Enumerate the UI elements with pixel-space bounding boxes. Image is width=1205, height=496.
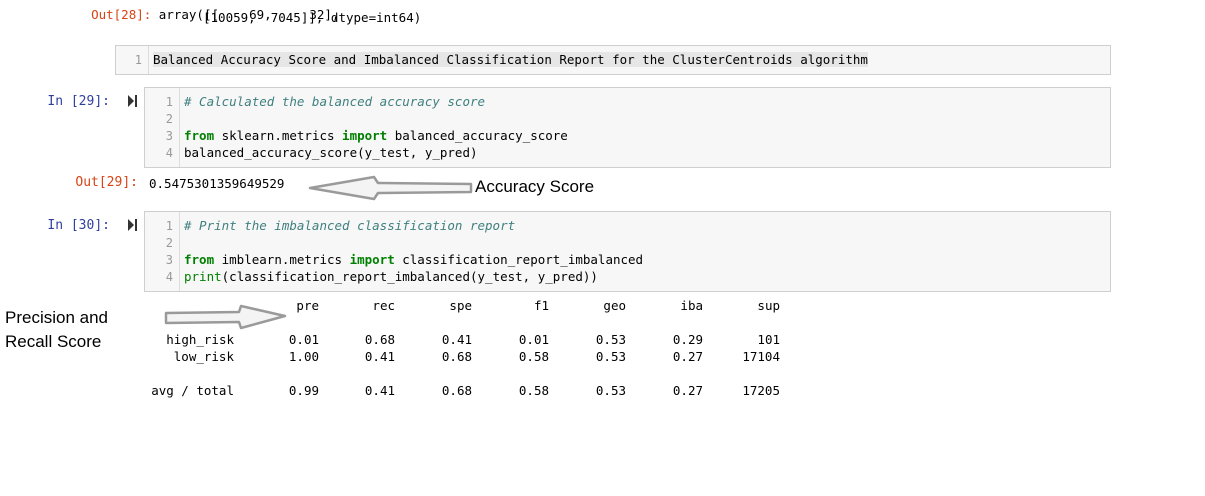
previous-output-prompt: Out[28]: bbox=[91, 7, 152, 22]
line-number: 1 bbox=[165, 95, 173, 109]
report-row-label: avg / total bbox=[151, 383, 234, 398]
line-number: 2 bbox=[165, 236, 173, 250]
report-header-sup: sup bbox=[757, 298, 780, 313]
print-args: (classification_report_imbalanced(y_test… bbox=[221, 269, 598, 284]
keyword-from: from bbox=[184, 128, 215, 143]
code-import-line[interactable]: from sklearn.metrics import balanced_acc… bbox=[184, 128, 568, 143]
line-number: 3 bbox=[165, 253, 173, 267]
report-header-rec: rec bbox=[372, 298, 395, 313]
line-number: 1 bbox=[134, 53, 142, 67]
table-cell: 17205 bbox=[742, 383, 780, 398]
table-cell: 0.27 bbox=[672, 349, 703, 364]
table-cell: 0.41 bbox=[364, 383, 395, 398]
run-cell-icon[interactable] bbox=[128, 219, 138, 231]
markdown-cell-gutter: 1 bbox=[116, 46, 149, 74]
imported-name: classification_report_imbalanced bbox=[394, 252, 644, 267]
left-arrow-annotation bbox=[308, 175, 473, 201]
code-print-line[interactable]: print(classification_report_imbalanced(y… bbox=[184, 269, 598, 284]
table-cell: 0.29 bbox=[672, 332, 703, 347]
table-cell: 101 bbox=[757, 332, 780, 347]
table-cell: 0.68 bbox=[441, 349, 472, 364]
table-cell: 0.41 bbox=[441, 332, 472, 347]
line-number: 1 bbox=[165, 219, 173, 233]
markdown-cell[interactable]: 1 Balanced Accuracy Score and Imbalanced… bbox=[115, 45, 1111, 75]
cell-29-prompt: In [29]: bbox=[47, 94, 110, 109]
cell-29-output-prompt: Out[29]: bbox=[75, 175, 138, 190]
table-cell: 0.01 bbox=[288, 332, 319, 347]
code-cell-29-gutter: 1 2 3 4 bbox=[145, 88, 180, 167]
table-cell: 0.53 bbox=[595, 332, 626, 347]
previous-output-line-2: [10059, 7045]], dtype=int64) bbox=[203, 10, 422, 25]
report-row-label: low_risk bbox=[173, 349, 234, 364]
code-comment[interactable]: # Print the imbalanced classification re… bbox=[184, 218, 515, 233]
report-header-iba: iba bbox=[680, 298, 703, 313]
table-cell: 1.00 bbox=[288, 349, 319, 364]
line-number: 4 bbox=[165, 270, 173, 284]
table-cell: 0.27 bbox=[672, 383, 703, 398]
table-cell: 0.68 bbox=[364, 332, 395, 347]
accuracy-score-annotation: Accuracy Score bbox=[475, 177, 595, 196]
table-cell: 0.01 bbox=[518, 332, 549, 347]
report-row-label: high_risk bbox=[166, 332, 234, 347]
run-cell-icon[interactable] bbox=[128, 95, 138, 107]
report-header-pre: pre bbox=[296, 298, 319, 313]
table-cell: 0.68 bbox=[441, 383, 472, 398]
annotation-line-2: Recall Score bbox=[5, 332, 102, 351]
markdown-cell-text[interactable]: Balanced Accuracy Score and Imbalanced C… bbox=[153, 52, 868, 67]
keyword-import: import bbox=[349, 252, 395, 267]
precision-recall-annotation: Precision and Recall Score bbox=[5, 306, 108, 354]
code-call-line[interactable]: balanced_accuracy_score(y_test, y_pred) bbox=[184, 145, 478, 160]
builtin-print: print bbox=[184, 269, 222, 284]
table-cell: 0.41 bbox=[364, 349, 395, 364]
accuracy-score-output: 0.5475301359649529 bbox=[149, 176, 285, 191]
imported-name: balanced_accuracy_score bbox=[387, 128, 568, 143]
table-cell: 0.58 bbox=[518, 349, 549, 364]
report-header-geo: geo bbox=[603, 298, 626, 313]
report-header-f1: f1 bbox=[533, 298, 549, 313]
code-cell-29[interactable]: 1 2 3 4 # Calculated the balanced accura… bbox=[144, 87, 1111, 168]
code-cell-30[interactable]: 1 2 3 4 # Print the imbalanced classific… bbox=[144, 211, 1111, 292]
code-comment[interactable]: # Calculated the balanced accuracy score bbox=[184, 94, 485, 109]
line-number: 4 bbox=[165, 146, 173, 160]
module-name: imblearn.metrics bbox=[214, 252, 350, 267]
code-import-line[interactable]: from imblearn.metrics import classificat… bbox=[184, 252, 643, 267]
cell-30-prompt: In [30]: bbox=[47, 218, 110, 233]
table-cell: 0.53 bbox=[595, 383, 626, 398]
table-cell: 0.53 bbox=[595, 349, 626, 364]
line-number: 3 bbox=[165, 129, 173, 143]
report-header-spe: spe bbox=[449, 298, 472, 313]
keyword-import: import bbox=[342, 128, 388, 143]
line-number: 2 bbox=[165, 112, 173, 126]
module-name: sklearn.metrics bbox=[214, 128, 343, 143]
annotation-line-1: Precision and bbox=[5, 308, 109, 327]
table-cell: 0.58 bbox=[518, 383, 549, 398]
table-cell: 17104 bbox=[742, 349, 780, 364]
code-cell-30-gutter: 1 2 3 4 bbox=[145, 212, 180, 291]
keyword-from: from bbox=[184, 252, 215, 267]
table-cell: 0.99 bbox=[288, 383, 319, 398]
